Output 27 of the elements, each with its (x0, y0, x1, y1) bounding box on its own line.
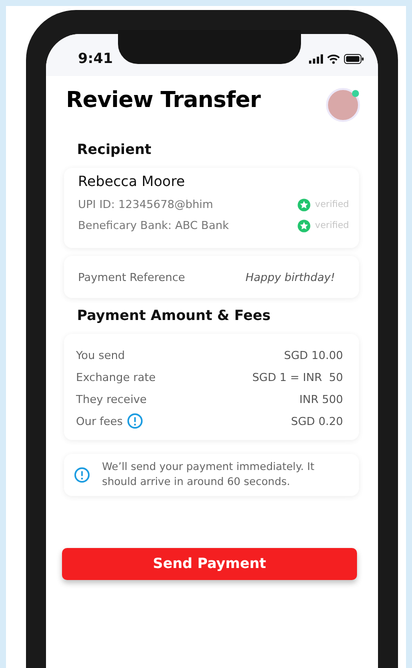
wifi-icon (327, 54, 340, 64)
info-icon[interactable] (126, 413, 143, 429)
signal-icon (309, 54, 323, 64)
recipient-name: Rebecca Moore (78, 174, 186, 190)
amount-value: SGD 10.00 (284, 348, 343, 362)
amount-label: Our fees (76, 414, 123, 428)
amount-value: SGD 0.20 (291, 414, 343, 428)
notice-text: We’ll send your payment immediately. It should arrive in around 60 seconds. (102, 460, 316, 490)
page-title: Review Transfer (66, 88, 261, 112)
info-icon (74, 467, 90, 483)
section-heading: Recipient (76, 142, 152, 160)
amount-label: Exchange rate (76, 370, 156, 384)
send-payment-button[interactable]: Send Payment (62, 548, 357, 580)
amount-label: You send (76, 348, 125, 362)
verified-label: verified (315, 220, 349, 230)
amount-value: SGD 1 = INR 50 (252, 370, 343, 384)
detail-text: Beneficary Bank: ABC Bank (78, 219, 229, 232)
battery-icon (344, 54, 364, 64)
amount-value: INR 500 (299, 392, 343, 406)
reference-value: Happy birthday! (246, 270, 335, 284)
section-heading: Payment Amount & Fees (76, 308, 272, 326)
amount-label: They receive (76, 392, 147, 406)
avatar[interactable] (326, 88, 360, 122)
detail-text: UPI ID: 12345678@bhim (78, 198, 214, 211)
reference-label: Payment Reference (78, 270, 186, 284)
status-time: 9:41 (78, 51, 113, 67)
verified-label: verified (315, 200, 349, 210)
